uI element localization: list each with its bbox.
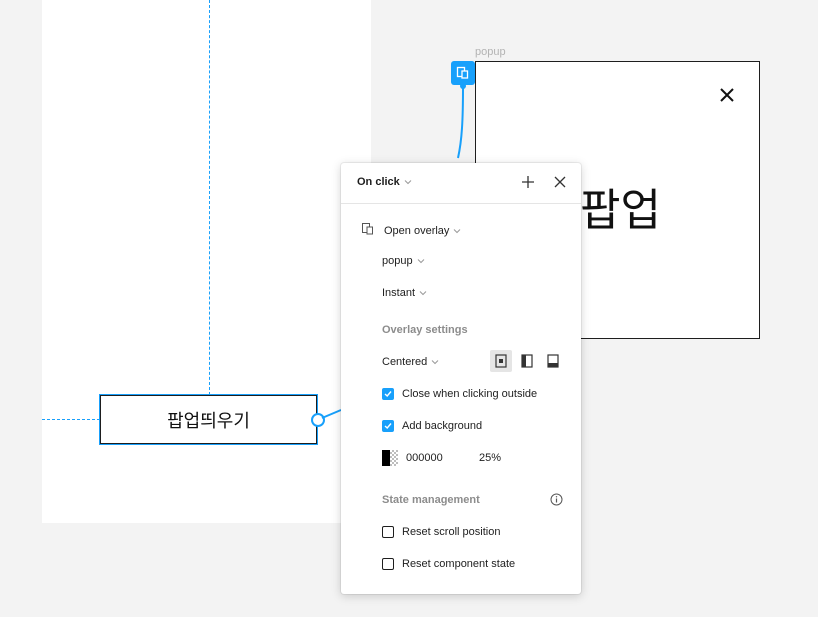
trigger-dropdown[interactable]: On click xyxy=(357,176,412,188)
background-color-swatch[interactable] xyxy=(382,450,398,466)
reset-scroll-option[interactable]: Reset scroll position xyxy=(382,526,500,538)
action-dropdown[interactable]: Open overlay xyxy=(361,222,461,239)
reset-component-label: Reset component state xyxy=(402,558,516,570)
reset-scroll-label: Reset scroll position xyxy=(402,526,501,538)
close-outside-label: Close when clicking outside xyxy=(402,388,538,400)
add-background-option[interactable]: Add background xyxy=(382,420,482,432)
interaction-panel: On click Open overlay popup Instant Over… xyxy=(341,163,581,594)
destination-dropdown[interactable]: popup xyxy=(382,255,425,267)
close-outside-checkbox[interactable] xyxy=(382,388,394,400)
chevron-down-icon xyxy=(431,356,439,368)
close-icon[interactable] xyxy=(553,175,567,192)
overlay-link-icon[interactable] xyxy=(451,61,475,85)
background-opacity-input[interactable]: 25% xyxy=(479,452,501,464)
reset-component-checkbox[interactable] xyxy=(382,558,394,570)
position-button-group xyxy=(490,350,564,372)
reset-component-option[interactable]: Reset component state xyxy=(382,558,515,570)
position-dropdown[interactable]: Centered xyxy=(382,356,439,368)
chevron-down-icon xyxy=(417,255,425,267)
plus-icon[interactable] xyxy=(521,175,535,192)
overlay-settings-title: Overlay settings xyxy=(382,324,468,336)
overlay-icon xyxy=(361,222,375,239)
position-label: Centered xyxy=(382,356,428,368)
reset-scroll-checkbox[interactable] xyxy=(382,526,394,538)
close-outside-option[interactable]: Close when clicking outside xyxy=(382,388,537,400)
panel-header: On click xyxy=(341,163,581,204)
position-center-icon[interactable] xyxy=(490,350,512,372)
background-hex-input[interactable]: 000000 xyxy=(406,452,443,464)
add-background-checkbox[interactable] xyxy=(382,420,394,432)
animation-dropdown[interactable]: Instant xyxy=(382,287,427,299)
chevron-down-icon xyxy=(453,225,461,237)
chevron-down-icon xyxy=(404,176,412,188)
state-management-title: State management xyxy=(382,494,480,506)
action-label: Open overlay xyxy=(384,224,450,237)
position-bottom-icon[interactable] xyxy=(542,350,564,372)
info-icon[interactable] xyxy=(550,493,563,509)
trigger-label: On click xyxy=(357,176,400,188)
chevron-down-icon xyxy=(419,287,427,299)
position-left-icon[interactable] xyxy=(516,350,538,372)
animation-label: Instant xyxy=(382,287,416,299)
destination-label: popup xyxy=(382,255,413,267)
add-background-label: Add background xyxy=(402,420,483,432)
